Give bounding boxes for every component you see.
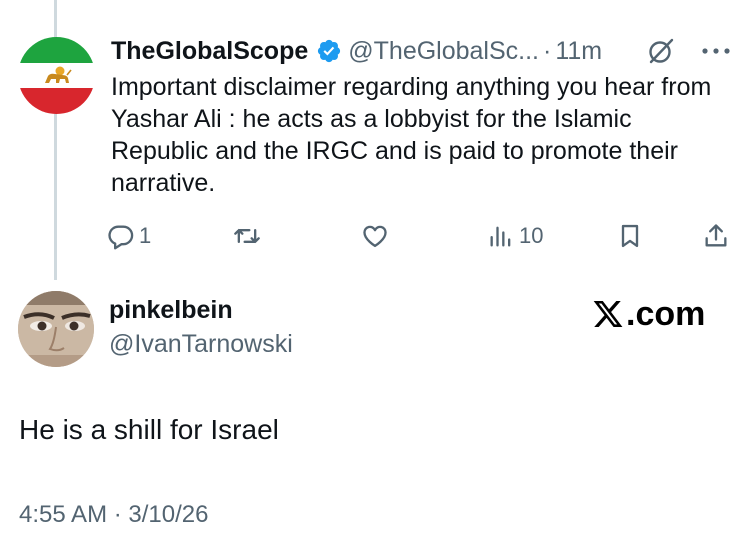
verified-badge-icon	[318, 39, 341, 63]
like-icon	[363, 225, 387, 248]
iran-flag-avatar-image	[18, 37, 95, 114]
views-count: 10	[519, 223, 544, 248]
views-button[interactable]: 10	[487, 219, 543, 253]
retweet-icon	[234, 229, 260, 243]
tweet-time[interactable]: 11m	[555, 37, 602, 66]
reply-button[interactable]: 1	[107, 219, 151, 253]
reply-author-name[interactable]: pinkelbein	[109, 296, 233, 325]
tweet-actions-bar: 1 10	[107, 219, 737, 253]
retweet-button[interactable]	[233, 219, 261, 253]
watermark-text: .com	[626, 294, 706, 333]
bookmark-icon	[621, 224, 639, 248]
grok-icon[interactable]	[646, 36, 676, 66]
reply-author-handle[interactable]: @IvanTarnowski	[109, 330, 293, 359]
reply-timestamp[interactable]: 4:55 AM · 3/10/26	[19, 501, 208, 529]
avatar[interactable]	[18, 37, 95, 114]
x-logo-icon	[593, 301, 623, 327]
lion-and-sun-emblem	[44, 66, 72, 83]
share-button[interactable]	[702, 219, 730, 253]
reply-text: He is a shill for Israel	[19, 414, 279, 445]
bookmark-button[interactable]	[616, 219, 644, 253]
share-icon	[705, 224, 727, 247]
author-handle[interactable]: @TheGlobalSc...	[348, 37, 539, 66]
face-photo-avatar-image	[18, 291, 94, 367]
avatar[interactable]	[18, 291, 94, 367]
like-button[interactable]	[361, 219, 389, 253]
views-icon	[490, 226, 511, 247]
tweet-text: Important disclaimer regarding anything …	[111, 73, 712, 197]
reply-count: 1	[139, 223, 152, 248]
x-com-watermark: .com	[592, 294, 705, 334]
more-icon[interactable]	[700, 41, 732, 61]
author-name[interactable]: TheGlobalScope	[111, 37, 308, 66]
tweet-header: TheGlobalScope @TheGlobalSc... · 11m	[111, 34, 602, 68]
reply-icon	[108, 225, 134, 250]
separator-dot: ·	[543, 36, 552, 65]
